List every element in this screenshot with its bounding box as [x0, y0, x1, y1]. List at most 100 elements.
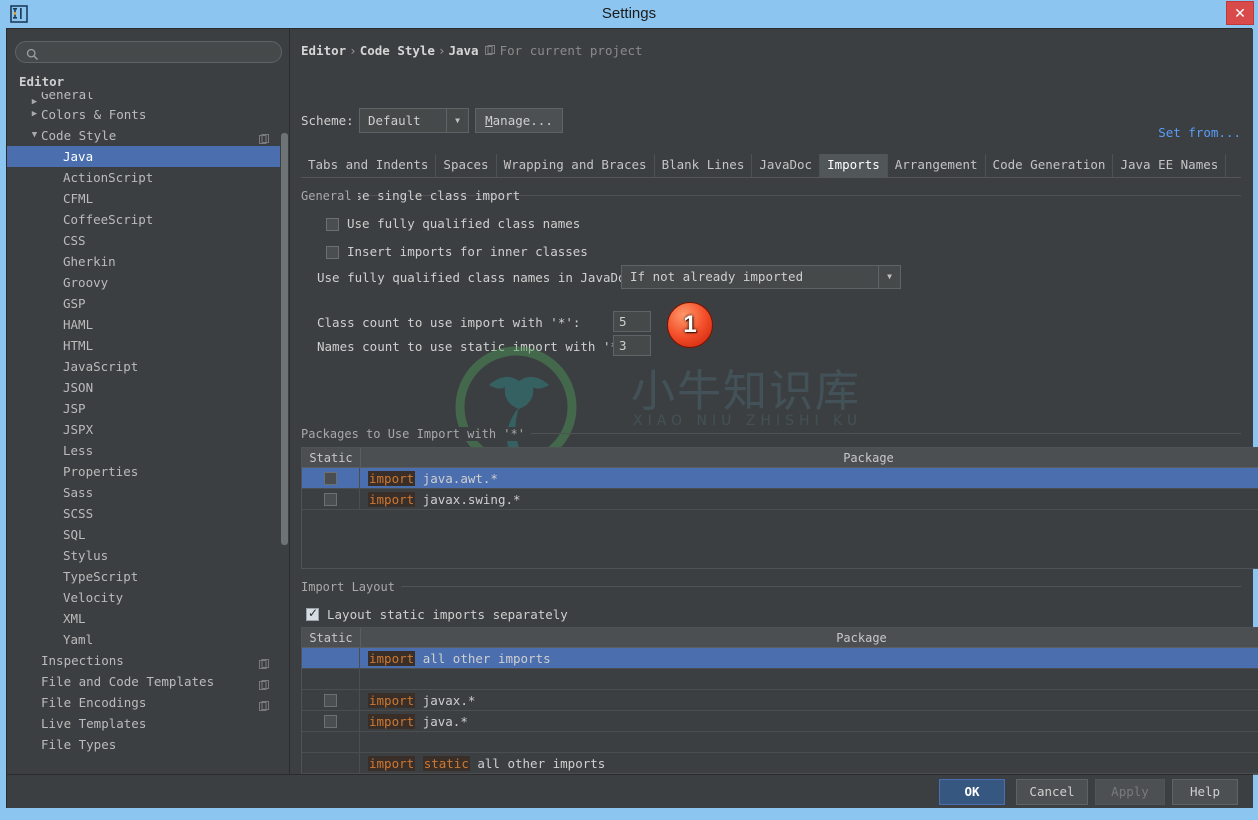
- sidebar-item-css[interactable]: CSS: [7, 230, 289, 251]
- chevron-right-icon[interactable]: ▶: [29, 104, 40, 125]
- tab-wrapping-and-braces[interactable]: Wrapping and Braces: [497, 154, 655, 177]
- sidebar-item-properties[interactable]: Properties: [7, 461, 289, 482]
- sidebar-item-file-types[interactable]: File Types: [7, 734, 289, 755]
- sidebar-item-java[interactable]: Java: [7, 146, 289, 167]
- sidebar-item-coffeescript[interactable]: CoffeeScript: [7, 209, 289, 230]
- static-checkbox[interactable]: [324, 493, 337, 506]
- settings-content-pane: Editor › Code Style › Java For current projec…: [291, 29, 1258, 775]
- help-button[interactable]: Help: [1172, 779, 1238, 805]
- cell-package[interactable]: [360, 732, 1258, 753]
- sidebar-item-jsp[interactable]: JSP: [7, 398, 289, 419]
- tab-blank-lines[interactable]: Blank Lines: [655, 154, 753, 177]
- scheme-select[interactable]: Default ▼: [359, 108, 469, 133]
- layout-static-imports-separately-checkbox[interactable]: [306, 606, 319, 621]
- names-count-input[interactable]: 3: [613, 335, 651, 356]
- sidebar-item-general[interactable]: ▶ General: [7, 92, 289, 104]
- sidebar-item-groovy[interactable]: Groovy: [7, 272, 289, 293]
- sidebar-item-json[interactable]: JSON: [7, 377, 289, 398]
- table-row[interactable]: import java.awt.*: [302, 468, 1258, 489]
- sidebar-item-editor[interactable]: Editor: [7, 71, 289, 92]
- tab-imports[interactable]: Imports: [820, 154, 888, 177]
- chevron-down-icon[interactable]: ▼: [29, 125, 40, 146]
- insert-imports-for-inner-classes-checkbox[interactable]: [326, 246, 339, 259]
- cell-package[interactable]: import javax.swing.*: [360, 489, 1258, 510]
- search-box[interactable]: [15, 41, 282, 63]
- static-checkbox[interactable]: [324, 472, 337, 485]
- static-checkbox[interactable]: [324, 715, 337, 728]
- scheme-value: Default: [368, 113, 421, 128]
- tab-javadoc[interactable]: JavaDoc: [752, 154, 821, 177]
- packages-table-body: import java.awt.* import javax.swing.*: [302, 468, 1258, 510]
- ok-button[interactable]: OK: [939, 779, 1005, 805]
- manage-button[interactable]: Manage...: [475, 108, 563, 133]
- table-row[interactable]: import static all other imports: [302, 753, 1258, 774]
- package-text: java.*: [422, 714, 468, 729]
- chevron-right-icon[interactable]: ▶: [29, 92, 40, 104]
- sidebar-item-file-encodings[interactable]: File Encodings: [7, 692, 289, 713]
- tab-tabs-and-indents[interactable]: Tabs and Indents: [301, 154, 437, 177]
- breadcrumb-item-code-style[interactable]: Code Style: [360, 43, 435, 58]
- sidebar-item-yaml[interactable]: Yaml: [7, 629, 289, 650]
- sidebar-item-less[interactable]: Less: [7, 440, 289, 461]
- sidebar-item-html[interactable]: HTML: [7, 335, 289, 356]
- column-header-package[interactable]: Package: [360, 448, 1258, 468]
- chevron-down-icon[interactable]: ▼: [878, 266, 900, 288]
- sidebar-item-inspections[interactable]: Inspections: [7, 650, 289, 671]
- sidebar-item-label: CFML: [63, 191, 94, 206]
- sidebar-item-code-style[interactable]: ▼ Code Style: [7, 125, 289, 146]
- sidebar-item-stylus[interactable]: Stylus: [7, 545, 289, 566]
- cell-package[interactable]: import static all other imports: [360, 753, 1258, 774]
- sidebar-item-sass[interactable]: Sass: [7, 482, 289, 503]
- sidebar-item-file-and-code-templates[interactable]: File and Code Templates: [7, 671, 289, 692]
- cell-package[interactable]: [360, 669, 1258, 690]
- javadoc-fqcn-select[interactable]: If not already imported ▼: [621, 265, 901, 289]
- table-row[interactable]: import java.*: [302, 711, 1258, 732]
- set-from-link[interactable]: Set from...: [1158, 125, 1241, 140]
- sidebar-item-cfml[interactable]: CFML: [7, 188, 289, 209]
- tab-code-generation[interactable]: Code Generation: [986, 154, 1114, 177]
- breadcrumb-item-java[interactable]: Java: [448, 43, 478, 58]
- sidebar-item-actionscript[interactable]: ActionScript: [7, 167, 289, 188]
- close-icon[interactable]: ✕: [1226, 1, 1254, 25]
- tab-java-ee-names[interactable]: Java EE Names: [1113, 154, 1227, 177]
- sidebar-item-haml[interactable]: HAML: [7, 314, 289, 335]
- sidebar-item-javascript[interactable]: JavaScript: [7, 356, 289, 377]
- tab-spaces[interactable]: Spaces: [436, 154, 497, 177]
- sidebar-item-sql[interactable]: SQL: [7, 524, 289, 545]
- table-row[interactable]: [302, 669, 1258, 690]
- sidebar-item-typescript[interactable]: TypeScript: [7, 566, 289, 587]
- cell-static: [302, 753, 360, 774]
- column-header-static[interactable]: Static: [302, 628, 360, 648]
- keyword-import: import: [368, 714, 416, 729]
- chevron-down-icon[interactable]: ▼: [446, 109, 468, 132]
- keyword-import: import: [368, 471, 416, 486]
- column-header-package[interactable]: Package: [360, 628, 1258, 648]
- cell-static: [302, 648, 360, 669]
- table-row[interactable]: import all other imports: [302, 648, 1258, 669]
- sidebar-item-gherkin[interactable]: Gherkin: [7, 251, 289, 272]
- sidebar-scrollbar-thumb[interactable]: [281, 133, 288, 545]
- cell-package[interactable]: import java.*: [360, 711, 1258, 732]
- cell-package[interactable]: import javax.*: [360, 690, 1258, 711]
- class-count-input[interactable]: 5: [613, 311, 651, 332]
- sidebar-item-colors-fonts[interactable]: ▶ Colors & Fonts: [7, 104, 289, 125]
- table-row[interactable]: import javax.swing.*: [302, 489, 1258, 510]
- use-fully-qualified-class-names-checkbox[interactable]: [326, 218, 339, 231]
- cell-package[interactable]: import all other imports: [360, 648, 1258, 669]
- breadcrumb-item-editor[interactable]: Editor: [301, 43, 346, 58]
- package-text: all other imports: [477, 756, 606, 771]
- sidebar-item-live-templates[interactable]: Live Templates: [7, 713, 289, 734]
- sidebar-item-scss[interactable]: SCSS: [7, 503, 289, 524]
- search-input[interactable]: [44, 44, 274, 62]
- table-row[interactable]: [302, 732, 1258, 753]
- table-row[interactable]: import javax.*: [302, 690, 1258, 711]
- static-checkbox[interactable]: [324, 694, 337, 707]
- sidebar-item-jspx[interactable]: JSPX: [7, 419, 289, 440]
- cell-package[interactable]: import java.awt.*: [360, 468, 1258, 489]
- column-header-static[interactable]: Static: [302, 448, 360, 468]
- cancel-button[interactable]: Cancel: [1016, 779, 1088, 805]
- sidebar-item-xml[interactable]: XML: [7, 608, 289, 629]
- sidebar-item-velocity[interactable]: Velocity: [7, 587, 289, 608]
- tab-arrangement[interactable]: Arrangement: [888, 154, 986, 177]
- sidebar-item-gsp[interactable]: GSP: [7, 293, 289, 314]
